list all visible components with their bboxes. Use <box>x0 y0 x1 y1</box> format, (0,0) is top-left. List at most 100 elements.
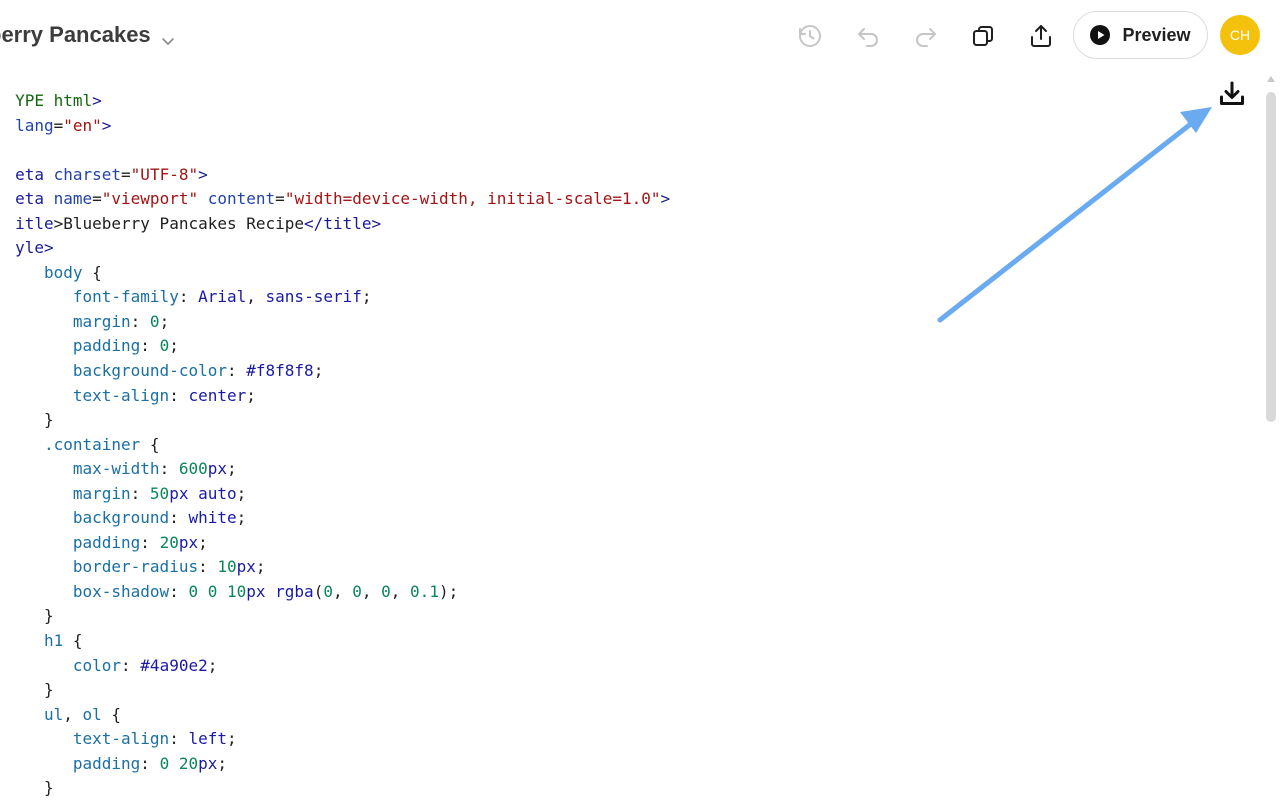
code-token: ; <box>236 508 247 528</box>
code-line: color: #4a90e2; <box>0 654 1178 679</box>
copy-icon[interactable] <box>965 18 1001 54</box>
code-line: padding: 20px; <box>0 531 1178 556</box>
code-line: padding: 0; <box>0 334 1178 359</box>
code-line: text-align: center; <box>0 384 1178 409</box>
code-token: </title> <box>304 213 382 233</box>
code-line: itle>Blueberry Pancakes Recipe</title> <box>0 212 1178 237</box>
code-line: YPE html> <box>0 89 1178 114</box>
code-token: : <box>121 655 141 675</box>
code-token: background <box>72 508 170 528</box>
code-token: , <box>246 287 266 307</box>
code-token: padding <box>72 532 141 552</box>
code-token: eta <box>15 189 54 209</box>
code-token: 0 <box>352 581 362 601</box>
document-title-label: berry Pancakes <box>0 22 151 47</box>
scrollbar-thumb[interactable] <box>1266 92 1276 422</box>
code-token: ; <box>361 287 372 307</box>
code-line: font-family: Arial, sans-serif; <box>0 285 1178 310</box>
code-line: lang="en"> <box>0 114 1178 139</box>
code-token: ; <box>226 729 237 749</box>
code-token: white <box>188 508 237 528</box>
code-token: 0 0 10 <box>188 581 247 601</box>
code-line: .container { <box>0 433 1178 458</box>
code-token: ; <box>246 385 256 405</box>
code-token: ; <box>255 557 266 577</box>
chevron-down-icon[interactable] <box>161 28 175 45</box>
redo-icon[interactable] <box>908 18 944 54</box>
code-line: } <box>0 678 1178 703</box>
code-token: : <box>130 483 150 503</box>
code-token: = <box>121 164 131 184</box>
document-title[interactable]: berry Pancakes <box>0 22 175 48</box>
code-token: } <box>15 606 54 626</box>
code-token: yle <box>15 238 44 258</box>
code-token: charset <box>53 164 122 184</box>
code-token: { <box>63 631 83 651</box>
code-token: font-family <box>72 287 179 307</box>
code-token: text-align <box>72 729 170 749</box>
code-token: #4a90e2 <box>140 655 208 675</box>
vertical-scrollbar[interactable] <box>1264 76 1278 800</box>
code-line: body { <box>0 261 1178 286</box>
code-token: >Blueberry Pancakes Recipe <box>53 213 305 233</box>
code-token: : <box>169 385 189 405</box>
annotation-arrow-head <box>1180 107 1212 133</box>
code-token: ul <box>43 704 64 724</box>
preview-label: Preview <box>1122 24 1191 45</box>
code-token: text-align <box>72 385 170 405</box>
code-token: } <box>15 410 54 430</box>
code-token: px <box>207 459 227 479</box>
code-line: margin: 50px auto; <box>0 482 1178 507</box>
code-token: padding <box>72 336 141 356</box>
code-editor[interactable]: YPE html> lang="en"> eta charset="UTF-8"… <box>0 89 1178 800</box>
code-token: Arial <box>198 287 247 307</box>
code-token: margin <box>72 311 131 331</box>
code-token: ; <box>217 753 227 773</box>
code-line: } <box>0 408 1178 433</box>
code-token: , <box>361 581 382 601</box>
code-token: > <box>92 91 102 110</box>
code-token: = <box>275 189 285 209</box>
code-token: max-width <box>72 459 160 479</box>
code-line: } <box>0 776 1178 800</box>
code-line: box-shadow: 0 0 10px rgba(0, 0, 0, 0.1); <box>0 580 1178 605</box>
code-token: ; <box>227 459 237 479</box>
code-token: 0 <box>159 336 170 356</box>
code-token: 10 <box>217 557 237 577</box>
code-token: ol <box>82 704 102 724</box>
code-token: px <box>236 557 256 577</box>
code-token: 0 <box>323 581 333 601</box>
code-token: ; <box>159 311 170 331</box>
code-line: background-color: #f8f8f8; <box>0 359 1178 384</box>
download-icon[interactable] <box>1216 78 1248 110</box>
code-token: : <box>198 557 218 577</box>
scroll-up-arrow-icon[interactable] <box>1267 76 1275 82</box>
code-token: margin <box>72 483 131 503</box>
code-line: ul, ol { <box>0 703 1178 728</box>
share-icon[interactable] <box>1023 18 1059 54</box>
code-token: ( <box>313 581 324 601</box>
preview-button[interactable]: Preview <box>1073 11 1208 59</box>
avatar[interactable]: CH <box>1220 15 1260 55</box>
code-token: 0 <box>149 311 160 331</box>
code-token: ; <box>169 336 179 356</box>
code-token: body <box>24 262 83 282</box>
code-token: px <box>198 753 218 773</box>
code-token: > <box>43 238 54 258</box>
code-token: , <box>63 704 83 724</box>
history-icon[interactable] <box>792 18 828 54</box>
code-token: 0.1 <box>410 581 439 601</box>
undo-icon[interactable] <box>850 18 886 54</box>
